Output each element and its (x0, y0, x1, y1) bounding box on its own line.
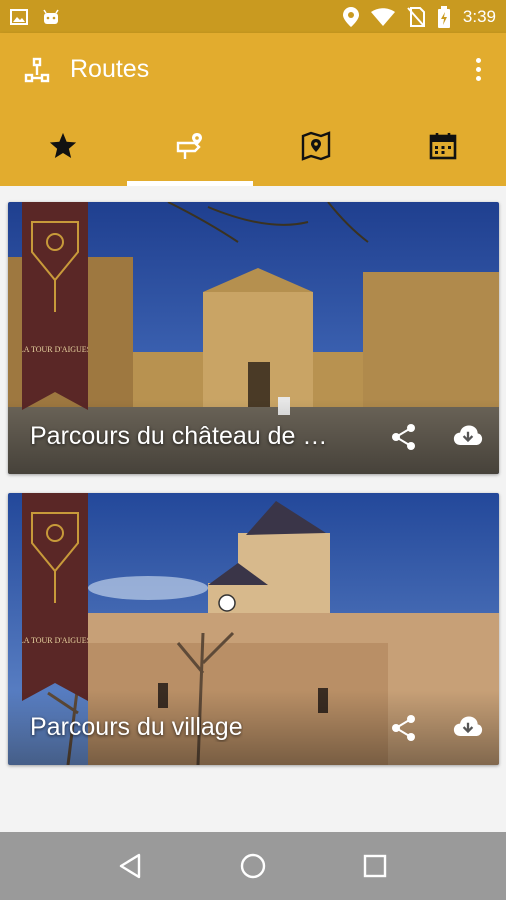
recents-icon[interactable] (361, 852, 389, 880)
cloud-download-icon[interactable] (453, 713, 483, 743)
star-icon (50, 132, 77, 158)
routes-logo-icon (24, 57, 50, 82)
app-bar: Routes (0, 33, 506, 186)
share-icon[interactable] (389, 422, 419, 452)
system-nav-bar (0, 832, 506, 900)
back-icon[interactable] (117, 852, 145, 880)
svg-text:LA TOUR D'AIGUES: LA TOUR D'AIGUES (22, 636, 88, 645)
tab-calendar[interactable] (380, 106, 506, 186)
page-title: Routes (70, 55, 150, 83)
toolbar: Routes (0, 33, 506, 106)
calendar-icon (429, 133, 457, 160)
cloud-download-icon[interactable] (453, 422, 483, 452)
la-tour-daigues-banner: LA TOUR D'AIGUES (22, 202, 88, 410)
status-bar: 3:39 (0, 0, 506, 33)
route-title: Parcours du château de La Tour d'Aigues (30, 422, 340, 450)
share-icon[interactable] (389, 713, 419, 743)
location-pin-icon (342, 6, 359, 27)
wifi-icon (370, 7, 395, 26)
battery-charging-icon (437, 5, 450, 28)
route-card[interactable]: LA TOUR D'AIGUES Parcours du village (8, 493, 499, 765)
map-pin-icon (302, 131, 331, 161)
card-footer: Parcours du château de La Tour d'Aigues (8, 399, 499, 474)
more-vert-icon[interactable] (466, 50, 490, 90)
tab-bar (0, 106, 506, 186)
route-card[interactable]: LA TOUR D'AIGUES Parcours du château de … (8, 202, 499, 474)
route-sign-icon (176, 133, 202, 159)
android-icon (43, 9, 59, 24)
image-icon (10, 8, 28, 25)
tab-favorites[interactable] (0, 106, 127, 186)
route-title: Parcours du village (30, 713, 243, 741)
home-icon[interactable] (239, 852, 267, 880)
route-list: LA TOUR D'AIGUES Parcours du château de … (0, 186, 506, 832)
card-footer: Parcours du village (8, 690, 499, 765)
tab-routes[interactable] (126, 106, 254, 186)
tab-map[interactable] (253, 106, 380, 186)
la-tour-daigues-banner: LA TOUR D'AIGUES (22, 493, 88, 701)
no-sim-icon (407, 6, 425, 27)
status-time: 3:39 (462, 6, 496, 26)
svg-text:LA TOUR D'AIGUES: LA TOUR D'AIGUES (22, 345, 88, 354)
